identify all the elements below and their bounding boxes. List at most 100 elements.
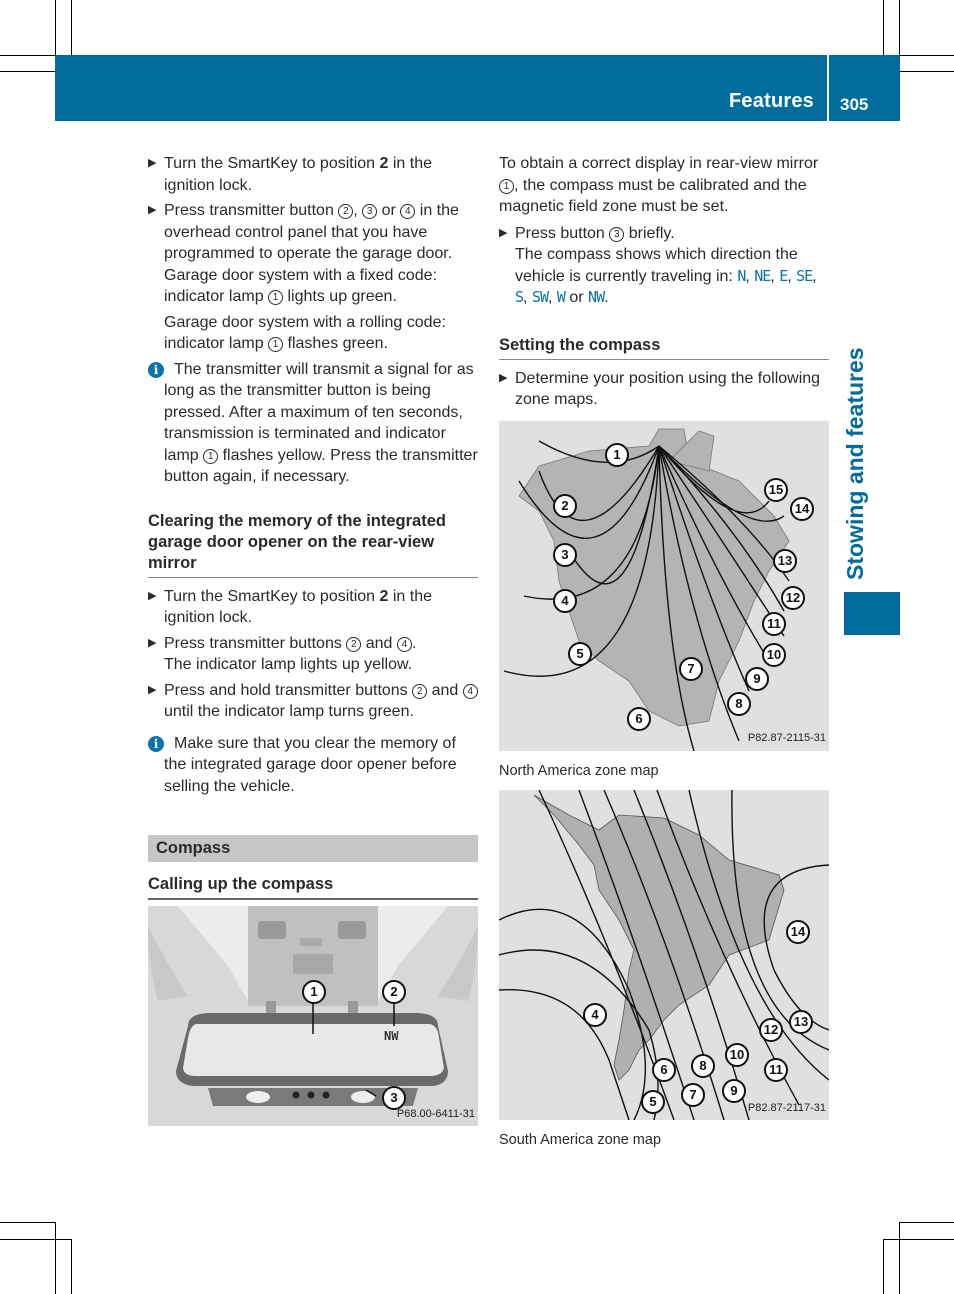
callout-2: 2	[382, 980, 406, 1004]
step: ▶ Press transmitter buttons 2 and 4. The…	[148, 634, 417, 674]
arrow-icon: ▶	[499, 371, 508, 384]
step-result: The indicator lamp lights up yellow.	[164, 656, 413, 673]
direction-e: E	[779, 266, 788, 285]
direction-ne: NE	[754, 266, 771, 285]
info-note: i The transmitter will transmit a signal…	[148, 359, 478, 488]
south-america-zone-map: 4 5 6 7 8 9 10 11 12 13 14 P82.87-2117-3…	[499, 790, 829, 1120]
direction-se: SE	[796, 266, 813, 285]
ref-number: 2	[412, 683, 428, 699]
zone-5: 5	[568, 641, 592, 666]
zone-6: 6	[627, 706, 651, 731]
step: ▶ Turn the SmartKey to position 2 in the…	[148, 587, 433, 627]
direction-s: S	[515, 288, 524, 306]
right-column: To obtain a correct display in rear-view…	[499, 153, 829, 1152]
zone-10: 10	[762, 642, 786, 667]
direction-nw: NW	[588, 288, 605, 306]
chapter-tab-marker	[844, 592, 900, 635]
step: ▶ Turn the SmartKey to position 2 in the…	[148, 155, 433, 194]
ref-number: 3	[609, 226, 625, 242]
zone-13: 13	[789, 1010, 813, 1034]
step: ▶ Press transmitter button 2, 3 or 4 in …	[148, 202, 459, 305]
zone-11: 11	[762, 611, 786, 636]
step: ▶ Press and hold transmitter buttons 2 a…	[148, 680, 478, 723]
zone-8: 8	[691, 1054, 715, 1078]
crop-mark	[0, 55, 55, 56]
ref-number: 1	[499, 178, 514, 194]
crop-mark	[883, 1239, 884, 1294]
figure-caption: South America zone map	[499, 1132, 662, 1148]
crop-mark	[899, 1222, 900, 1294]
crop-mark	[0, 71, 55, 72]
north-america-zone-map: 1 2 3 4 5 6 7 8 9 10 11 12 13 14 15 P82.…	[499, 420, 829, 751]
section-title: Features	[729, 90, 814, 112]
arrow-icon: ▶	[148, 157, 157, 169]
step: ▶ Press button 3 briefly. The compass sh…	[499, 224, 817, 307]
heading-setting-compass: Setting the compass	[499, 335, 829, 360]
mirror-illustration	[148, 906, 478, 1126]
figure-code: P68.00-6411-31	[396, 1107, 475, 1120]
ref-number: 1	[268, 337, 284, 352]
crop-mark	[55, 0, 56, 55]
crop-mark	[0, 1239, 71, 1240]
arrow-icon: ▶	[148, 204, 157, 216]
callout-1: 1	[302, 980, 326, 1004]
zone-6: 6	[652, 1058, 676, 1082]
zone-5: 5	[641, 1090, 665, 1114]
crop-mark	[55, 1222, 56, 1294]
zone-3: 3	[553, 542, 577, 567]
ref-number: 2	[338, 204, 354, 219]
zone-9: 9	[722, 1079, 746, 1103]
zone-14: 14	[786, 920, 810, 944]
zone-9: 9	[745, 666, 769, 691]
zone-1: 1	[605, 442, 629, 467]
zone-13: 13	[773, 548, 797, 573]
figure-caption: North America zone map	[499, 762, 659, 779]
crop-mark	[900, 55, 954, 56]
crop-mark	[71, 1239, 72, 1294]
heading-calling-compass: Calling up the compass	[148, 874, 478, 900]
step: ▶ Determine your position using the foll…	[499, 369, 821, 409]
figure-code: P82.87-2115-31	[747, 732, 826, 744]
paragraph: Garage door system with a rolling code: …	[164, 313, 446, 352]
info-icon: i	[148, 361, 164, 378]
ref-number: 4	[400, 204, 416, 219]
zone-14: 14	[790, 496, 814, 521]
zone-8: 8	[727, 691, 751, 716]
ref-number: 1	[203, 448, 219, 464]
intro-paragraph: To obtain a correct display in rear-view…	[499, 155, 819, 215]
ref-number: 2	[346, 636, 362, 652]
crop-mark	[883, 1239, 954, 1240]
zone-7: 7	[681, 1083, 705, 1107]
mirror-display-text: NW	[384, 1029, 399, 1043]
arrow-icon: ▶	[148, 683, 157, 696]
chapter-tab-label: Stowing and features	[842, 347, 868, 580]
north-america-map-graphic	[499, 420, 829, 751]
left-column: ▶ Turn the SmartKey to position 2 in the…	[148, 153, 478, 1126]
crop-mark	[883, 0, 884, 55]
arrow-icon: ▶	[499, 226, 508, 239]
crop-mark	[900, 71, 954, 72]
crop-mark	[0, 1222, 55, 1223]
arrow-icon: ▶	[148, 636, 157, 649]
zone-11: 11	[764, 1058, 788, 1082]
figure-code: P82.87-2117-31	[747, 1101, 826, 1114]
zone-12: 12	[781, 585, 805, 610]
mirror-figure: NW 1 2 3 P68.00-6411-31	[148, 906, 478, 1126]
info-note: i Make sure that you clear the memory of…	[148, 733, 478, 798]
ref-number: 4	[462, 683, 478, 699]
zone-10: 10	[725, 1043, 749, 1067]
direction-n: N	[737, 266, 746, 285]
direction-sw: SW	[531, 288, 549, 306]
arrow-icon: ▶	[148, 589, 157, 602]
zone-4: 4	[553, 588, 577, 613]
page-number: 305	[840, 95, 869, 114]
crop-mark	[899, 0, 900, 55]
zone-4: 4	[583, 1003, 607, 1027]
crop-mark	[71, 0, 72, 55]
zone-2: 2	[553, 493, 577, 518]
ref-number: 3	[362, 204, 378, 219]
zone-12: 12	[759, 1018, 783, 1042]
zone-15: 15	[764, 477, 788, 502]
direction-w: W	[556, 288, 566, 306]
ref-number: 4	[396, 636, 412, 652]
